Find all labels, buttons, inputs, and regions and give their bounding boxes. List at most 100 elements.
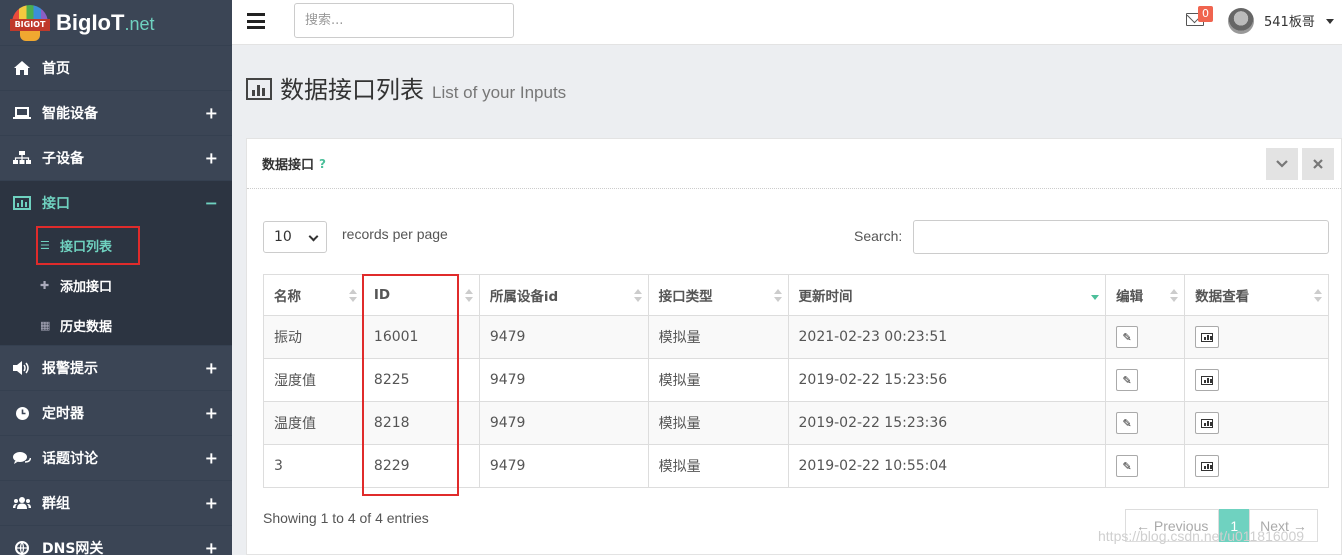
pencil-icon[interactable]: ✎	[1116, 455, 1139, 477]
help-icon[interactable]: ?	[319, 157, 326, 171]
network-icon	[12, 540, 32, 555]
menu-toggle-icon[interactable]	[247, 13, 265, 29]
collapse-icon[interactable]: −	[205, 194, 218, 213]
box-title: 数据接口	[262, 158, 315, 173]
volume-icon	[12, 360, 32, 376]
column-header-type[interactable]: 接口类型	[647, 274, 789, 316]
table-row: 湿度值 8225 9479 模拟量 2019-02-22 15:23:56 ✎	[263, 358, 1329, 402]
brand-logo-icon: BIGIOT	[10, 4, 50, 41]
cell-id: 8218	[362, 401, 480, 445]
sidebar-item-label: 定时器	[42, 406, 84, 422]
expand-icon[interactable]: +	[205, 449, 218, 468]
sidebar-subitem-interface-list[interactable]: ☰ 接口列表	[0, 225, 232, 265]
table-row: 振动 16001 9479 模拟量 2021-02-23 00:23:51 ✎	[263, 315, 1329, 359]
page-length-select[interactable]: 10	[263, 221, 327, 253]
cell-device-id: 9479	[478, 401, 649, 445]
cell-type: 模拟量	[647, 315, 789, 359]
cell-edit: ✎	[1105, 444, 1186, 488]
table-search-input[interactable]	[913, 220, 1329, 254]
cell-type: 模拟量	[647, 358, 789, 402]
sidebar-item-alerts[interactable]: 报警提示 +	[0, 345, 232, 390]
avatar[interactable]	[1228, 8, 1254, 34]
page-length-label: records per page	[342, 226, 448, 242]
sort-icon	[773, 289, 782, 303]
column-header-updated[interactable]: 更新时间	[787, 274, 1107, 316]
sidebar-item-label: 子设备	[42, 151, 84, 167]
plus-icon: ✚	[40, 278, 50, 292]
data-box: 数据接口 ? 10 records per page Search: 名称 ID…	[246, 138, 1342, 555]
watermark: https://blog.csdn.net/u011816009	[1098, 528, 1305, 544]
interfaces-table: 名称 ID 所属设备id 接口类型 更新时间 编辑 数据查看 振动 16001 …	[263, 274, 1329, 488]
expand-icon[interactable]: +	[205, 359, 218, 378]
sidebar-item-groups[interactable]: 群组 +	[0, 480, 232, 525]
box-header: 数据接口 ?	[247, 139, 1341, 189]
cell-id: 16001	[362, 315, 480, 359]
cell-name: 湿度值	[263, 358, 364, 402]
sidebar-item-label: 群组	[42, 496, 70, 512]
expand-icon[interactable]: +	[205, 149, 218, 168]
sidebar-subitem-add-interface[interactable]: ✚ 添加接口	[0, 265, 232, 305]
cell-type: 模拟量	[647, 401, 789, 445]
page-subtitle: List of your Inputs	[432, 83, 567, 102]
username[interactable]: 541板哥	[1264, 11, 1315, 30]
view-chart-icon[interactable]	[1195, 412, 1220, 434]
expand-icon[interactable]: +	[205, 539, 218, 555]
close-icon[interactable]	[1302, 148, 1334, 180]
clock-icon	[12, 405, 32, 421]
sort-icon	[464, 289, 473, 303]
cell-edit: ✎	[1105, 401, 1186, 445]
cell-view	[1184, 315, 1329, 359]
chart-icon: ▦	[40, 318, 51, 332]
sidebar-subitem-history[interactable]: ▦ 历史数据	[0, 305, 232, 345]
notification-badge: 0	[1198, 6, 1213, 22]
table-search-label: Search:	[854, 228, 903, 244]
cell-edit: ✎	[1105, 315, 1186, 359]
bar-chart-icon	[246, 78, 272, 100]
search-input[interactable]	[294, 3, 514, 38]
expand-icon[interactable]: +	[205, 104, 218, 123]
sidebar-subitem-label: 历史数据	[60, 319, 113, 335]
cell-updated: 2021-02-23 00:23:51	[787, 315, 1107, 359]
cell-type: 模拟量	[647, 444, 789, 488]
column-header-device-id[interactable]: 所属设备id	[478, 274, 649, 316]
sidebar-item-label: 智能设备	[42, 106, 98, 122]
view-chart-icon[interactable]	[1195, 326, 1220, 348]
column-header-name[interactable]: 名称	[263, 274, 364, 316]
page-header: 数据接口列表 List of your Inputs	[246, 70, 566, 105]
sidebar-item-label: DNS网关	[42, 541, 104, 555]
sidebar-item-subdevices[interactable]: 子设备 +	[0, 135, 232, 180]
sort-icon	[1314, 289, 1322, 303]
expand-icon[interactable]: +	[205, 404, 218, 423]
sidebar-item-topics[interactable]: 话题讨论 +	[0, 435, 232, 480]
chevron-down-icon[interactable]	[1266, 148, 1298, 180]
expand-icon[interactable]: +	[205, 494, 218, 513]
cell-view	[1184, 358, 1329, 402]
cell-name: 振动	[263, 315, 364, 359]
sidebar-item-timer[interactable]: 定时器 +	[0, 390, 232, 435]
pencil-icon[interactable]: ✎	[1116, 412, 1139, 434]
sidebar-item-home[interactable]: 首页	[0, 45, 232, 90]
view-chart-icon[interactable]	[1195, 455, 1220, 477]
sort-desc-icon	[1091, 289, 1100, 303]
list-icon: ☰	[40, 238, 50, 252]
column-header-view[interactable]: 数据查看	[1184, 274, 1329, 316]
home-icon	[12, 60, 32, 76]
column-header-edit[interactable]: 编辑	[1105, 274, 1186, 316]
brand[interactable]: BIGIOT BigIoT.net	[0, 0, 232, 45]
view-chart-icon[interactable]	[1195, 369, 1220, 391]
cell-device-id: 9479	[478, 444, 649, 488]
table-header-row: 名称 ID 所属设备id 接口类型 更新时间 编辑 数据查看	[263, 274, 1329, 316]
sidebar-subitem-label: 添加接口	[60, 279, 113, 295]
cell-updated: 2019-02-22 15:23:36	[787, 401, 1107, 445]
sidebar-item-dns-gateway[interactable]: DNS网关 +	[0, 525, 232, 555]
page-title: 数据接口列表	[280, 76, 424, 104]
sidebar-item-interfaces[interactable]: 接口 −	[0, 180, 232, 225]
caret-down-icon[interactable]	[1326, 19, 1334, 24]
cell-view	[1184, 401, 1329, 445]
sidebar-subitem-label: 接口列表	[60, 239, 113, 255]
pencil-icon[interactable]: ✎	[1116, 369, 1139, 391]
column-header-id[interactable]: ID	[362, 274, 480, 316]
sidebar-item-label: 报警提示	[42, 361, 98, 377]
pencil-icon[interactable]: ✎	[1116, 326, 1139, 348]
sidebar-item-devices[interactable]: 智能设备 +	[0, 90, 232, 135]
